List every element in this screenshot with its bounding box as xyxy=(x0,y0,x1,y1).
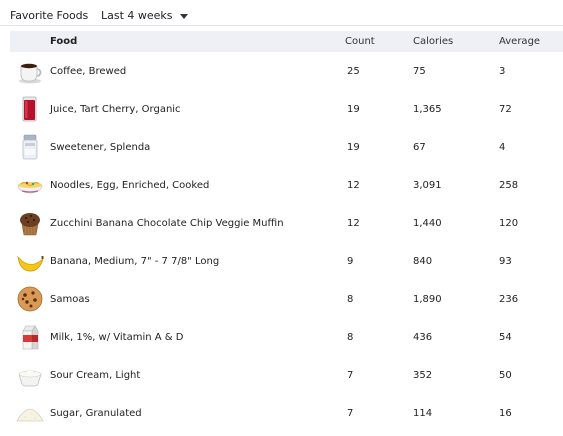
food-calories: 436 xyxy=(413,332,433,343)
table-row[interactable]: Milk, 1%, w/ Vitamin A & D 8 436 54 xyxy=(10,318,563,356)
food-count: 8 xyxy=(347,294,354,305)
food-calories: 840 xyxy=(413,256,433,267)
table-row[interactable]: Coffee, Brewed 25 75 3 xyxy=(10,52,563,90)
food-average: 3 xyxy=(499,66,506,77)
food-average: 54 xyxy=(499,332,512,343)
food-average: 258 xyxy=(499,180,519,191)
food-calories: 114 xyxy=(413,408,433,419)
food-calories: 67 xyxy=(413,142,426,153)
food-calories: 1,365 xyxy=(413,104,442,115)
food-count: 7 xyxy=(347,408,354,419)
food-calories: 352 xyxy=(413,370,433,381)
date-range-label: Last 4 weeks xyxy=(101,9,173,22)
juice-glass-icon xyxy=(16,95,44,123)
food-count: 19 xyxy=(347,104,360,115)
food-name[interactable]: Samoas xyxy=(50,294,90,305)
panel-title: Favorite Foods xyxy=(10,9,89,22)
food-name[interactable]: Sugar, Granulated xyxy=(50,408,142,419)
banana-icon xyxy=(16,247,44,275)
food-name[interactable]: Zucchini Banana Chocolate Chip Veggie Mu… xyxy=(50,218,284,229)
food-count: 12 xyxy=(347,218,360,229)
milk-carton-icon xyxy=(16,323,44,351)
food-name[interactable]: Sweetener, Splenda xyxy=(50,142,150,153)
food-average: 4 xyxy=(499,142,506,153)
sour-cream-bowl-icon xyxy=(16,361,44,389)
food-average: 72 xyxy=(499,104,512,115)
table-row[interactable]: Noodles, Egg, Enriched, Cooked 12 3,091 … xyxy=(10,166,563,204)
noodles-bowl-icon xyxy=(16,171,44,199)
food-count: 19 xyxy=(347,142,360,153)
coffee-cup-icon xyxy=(16,57,44,85)
column-header-calories[interactable]: Calories xyxy=(413,36,453,47)
table-row[interactable]: Juice, Tart Cherry, Organic 19 1,365 72 xyxy=(10,90,563,128)
food-calories: 1,890 xyxy=(413,294,442,305)
food-average: 236 xyxy=(499,294,519,305)
table-row[interactable]: Sour Cream, Light 7 352 50 xyxy=(10,356,563,394)
food-calories: 1,440 xyxy=(413,218,442,229)
panel-header: Favorite Foods Last 4 weeks xyxy=(0,0,563,29)
cookie-icon xyxy=(16,285,44,313)
header-divider xyxy=(0,25,563,26)
table-header: Food Count Calories Average xyxy=(10,31,563,52)
favorite-foods-panel: Favorite Foods Last 4 weeks Food Count C… xyxy=(0,0,563,436)
food-count: 9 xyxy=(347,256,354,267)
muffin-icon xyxy=(16,209,44,237)
food-count: 7 xyxy=(347,370,354,381)
food-calories: 75 xyxy=(413,66,426,77)
food-name[interactable]: Juice, Tart Cherry, Organic xyxy=(50,104,181,115)
chevron-down-icon xyxy=(179,13,188,19)
sugar-pile-icon xyxy=(16,399,44,427)
table-row[interactable]: Samoas 8 1,890 236 xyxy=(10,280,563,318)
table-row[interactable]: Sweetener, Splenda 19 67 4 xyxy=(10,128,563,166)
food-average: 16 xyxy=(499,408,512,419)
food-name[interactable]: Coffee, Brewed xyxy=(50,66,126,77)
food-name[interactable]: Milk, 1%, w/ Vitamin A & D xyxy=(50,332,183,343)
column-header-food[interactable]: Food xyxy=(50,36,77,47)
food-average: 50 xyxy=(499,370,512,381)
food-name[interactable]: Sour Cream, Light xyxy=(50,370,140,381)
column-header-average[interactable]: Average xyxy=(499,36,540,47)
food-average: 120 xyxy=(499,218,519,229)
food-count: 8 xyxy=(347,332,354,343)
food-count: 25 xyxy=(347,66,360,77)
table-row[interactable]: Banana, Medium, 7" - 7 7/8" Long 9 840 9… xyxy=(10,242,563,280)
food-name[interactable]: Noodles, Egg, Enriched, Cooked xyxy=(50,180,209,191)
table-row[interactable]: Sugar, Granulated 7 114 16 xyxy=(10,394,563,432)
food-average: 93 xyxy=(499,256,512,267)
sweetener-shaker-icon xyxy=(16,133,44,161)
food-name[interactable]: Banana, Medium, 7" - 7 7/8" Long xyxy=(50,256,219,267)
date-range-dropdown[interactable]: Last 4 weeks xyxy=(101,9,188,22)
food-count: 12 xyxy=(347,180,360,191)
column-header-count[interactable]: Count xyxy=(345,36,375,47)
food-calories: 3,091 xyxy=(413,180,442,191)
food-list: Coffee, Brewed 25 75 3 Juice, Tart Cherr… xyxy=(10,52,563,432)
table-row[interactable]: Zucchini Banana Chocolate Chip Veggie Mu… xyxy=(10,204,563,242)
